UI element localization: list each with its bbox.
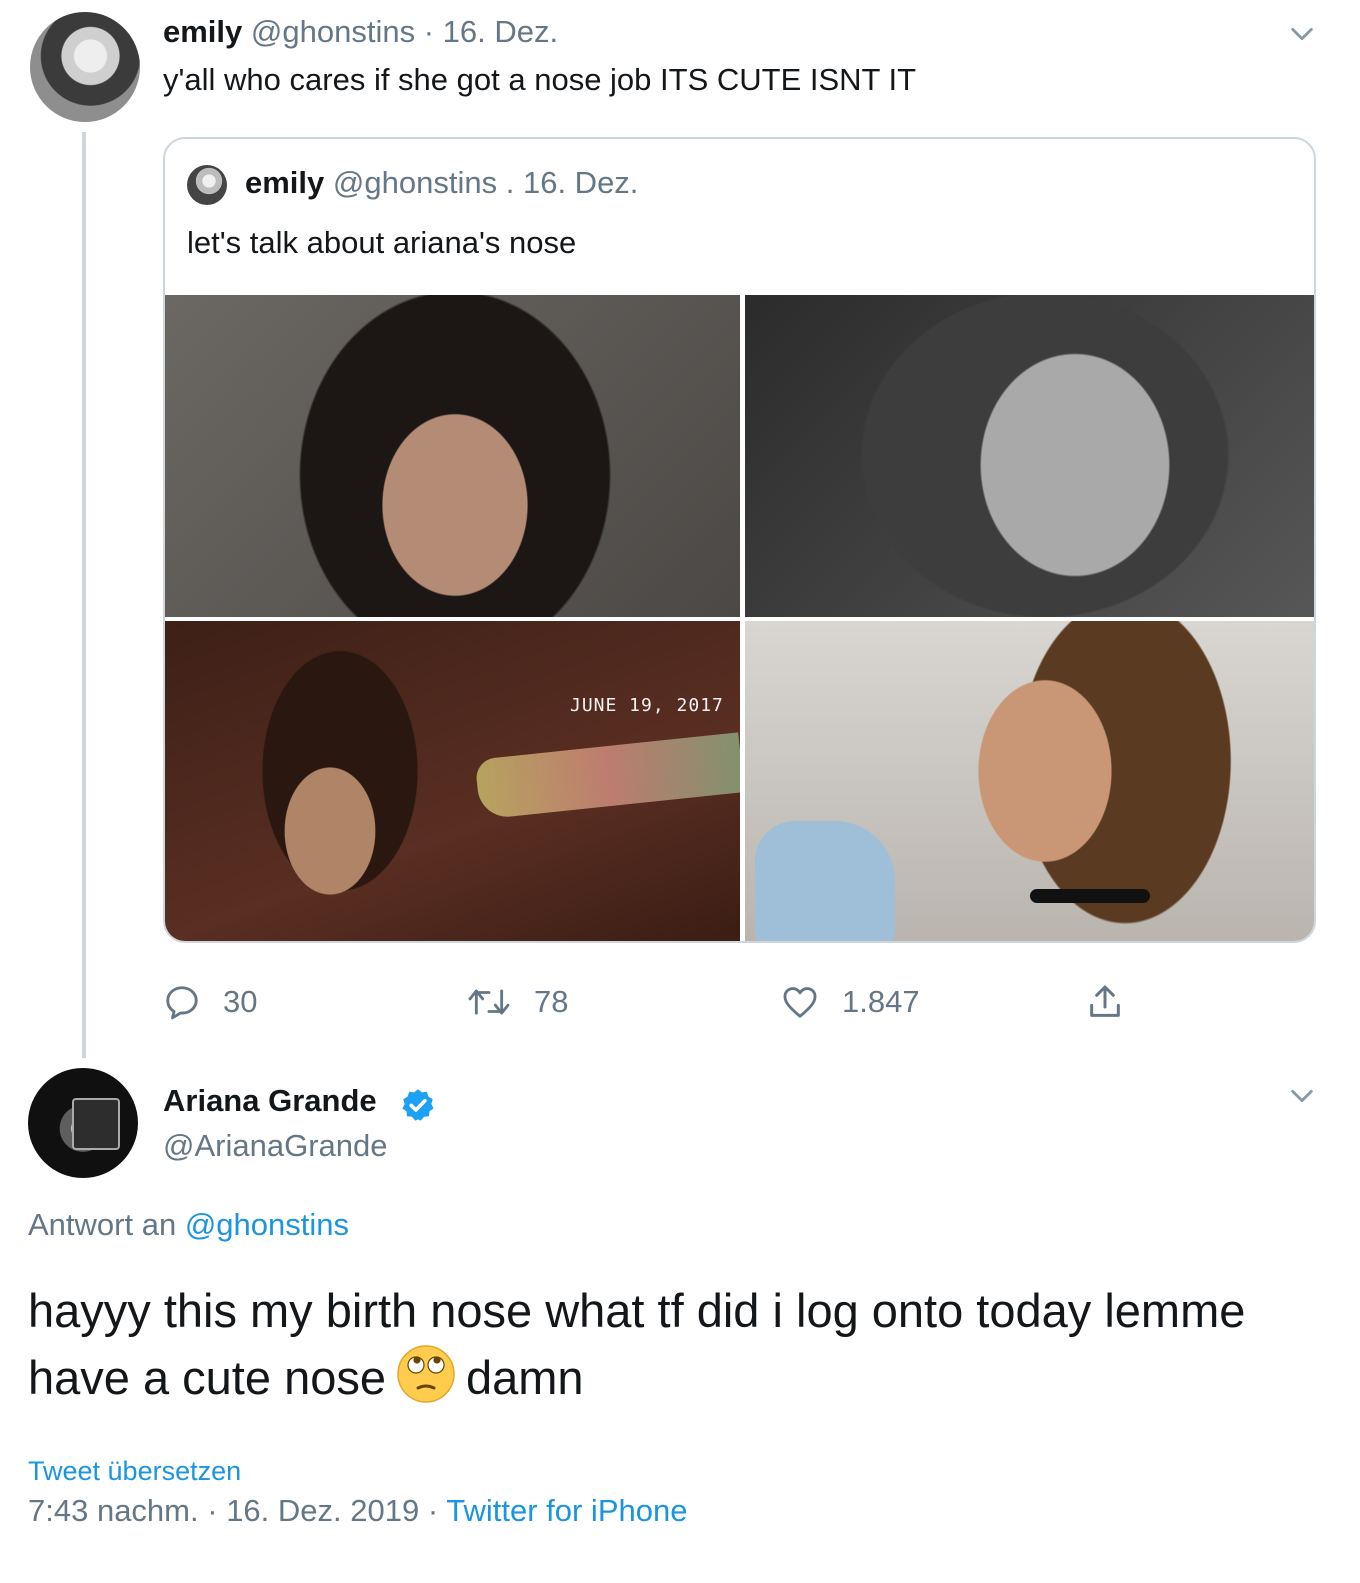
translate-tweet-link[interactable]: Tweet übersetzen xyxy=(28,1456,241,1487)
quoted-author-handle: @ghonstins xyxy=(332,165,498,200)
author-handle[interactable]: @ghonstins xyxy=(251,14,415,49)
tweet-text: y'all who cares if she got a nose job IT… xyxy=(163,62,917,97)
retweet-button[interactable]: 78 xyxy=(466,980,568,1024)
avatar[interactable] xyxy=(28,1068,138,1178)
reply-context: Antwort an @ghonstins xyxy=(28,1207,349,1243)
separator: . xyxy=(505,165,515,200)
avatar[interactable] xyxy=(30,12,140,122)
photo-2[interactable] xyxy=(745,295,1314,617)
photo-4[interactable] xyxy=(745,621,1314,941)
tweet-source-link[interactable]: Twitter for iPhone xyxy=(446,1493,687,1528)
reply-button[interactable]: 30 xyxy=(163,980,257,1024)
quoted-avatar xyxy=(187,165,227,205)
photo-date-overlay: JUNE 19, 2017 xyxy=(570,695,724,716)
avatar-photo xyxy=(72,1098,120,1150)
photo-1[interactable] xyxy=(165,295,740,617)
separator: · xyxy=(427,1493,439,1528)
author-name[interactable]: Ariana Grande xyxy=(163,1083,377,1119)
tweet-text-main: hayyy this my birth nose what tf did i l… xyxy=(28,1284,1246,1404)
face-with-rolling-eyes-emoji xyxy=(397,1345,455,1403)
separator: · xyxy=(207,1493,218,1528)
photo-prop xyxy=(474,732,740,820)
tweet-header: emily @ghonstins · 16. Dez. xyxy=(163,14,558,50)
reply-to-handle[interactable]: @ghonstins xyxy=(185,1207,349,1242)
author-handle[interactable]: @ArianaGrande xyxy=(163,1128,387,1164)
chevron-down-icon[interactable] xyxy=(1288,1082,1316,1110)
tweet-text: hayyy this my birth nose what tf did i l… xyxy=(28,1278,1318,1411)
thread-line xyxy=(82,132,86,1058)
reply-count: 30 xyxy=(223,984,258,1019)
author-name[interactable]: emily xyxy=(163,14,242,49)
photo-grid: JUNE 19, 2017 xyxy=(165,295,1314,941)
quoted-tweet[interactable]: emily @ghonstins . 16. Dez. let's talk a… xyxy=(163,137,1316,943)
verified-badge-icon xyxy=(402,1089,434,1121)
quoted-date: 16. Dez. xyxy=(522,165,639,200)
quoted-text: let's talk about ariana's nose xyxy=(187,225,577,260)
reply-to-prefix: Antwort an xyxy=(28,1207,177,1242)
retweet-icon xyxy=(468,989,510,1015)
like-count: 1.847 xyxy=(842,984,920,1019)
tweet-date[interactable]: 16. Dez. 2019 xyxy=(226,1493,419,1528)
tweet-date[interactable]: 16. Dez. xyxy=(443,14,558,49)
share-icon xyxy=(1090,985,1120,1017)
tweet-text-end: damn xyxy=(466,1351,584,1404)
photo-3[interactable]: JUNE 19, 2017 xyxy=(165,621,740,941)
share-button[interactable] xyxy=(1085,980,1147,1024)
photo-detail xyxy=(755,821,895,941)
retweet-count: 78 xyxy=(534,984,569,1019)
quoted-header: emily @ghonstins . 16. Dez. xyxy=(245,165,638,201)
quoted-author-name: emily xyxy=(245,165,325,200)
speech-bubble-icon xyxy=(166,986,198,1020)
tweet-time[interactable]: 7:43 nachm. xyxy=(28,1493,199,1528)
chevron-down-icon[interactable] xyxy=(1288,20,1316,48)
heart-icon xyxy=(783,987,817,1018)
tweet-meta: 7:43 nachm. · 16. Dez. 2019 · Twitter fo… xyxy=(28,1493,687,1529)
like-button[interactable]: 1.847 xyxy=(780,980,920,1024)
photo-detail xyxy=(1030,889,1150,903)
separator: · xyxy=(423,14,435,49)
